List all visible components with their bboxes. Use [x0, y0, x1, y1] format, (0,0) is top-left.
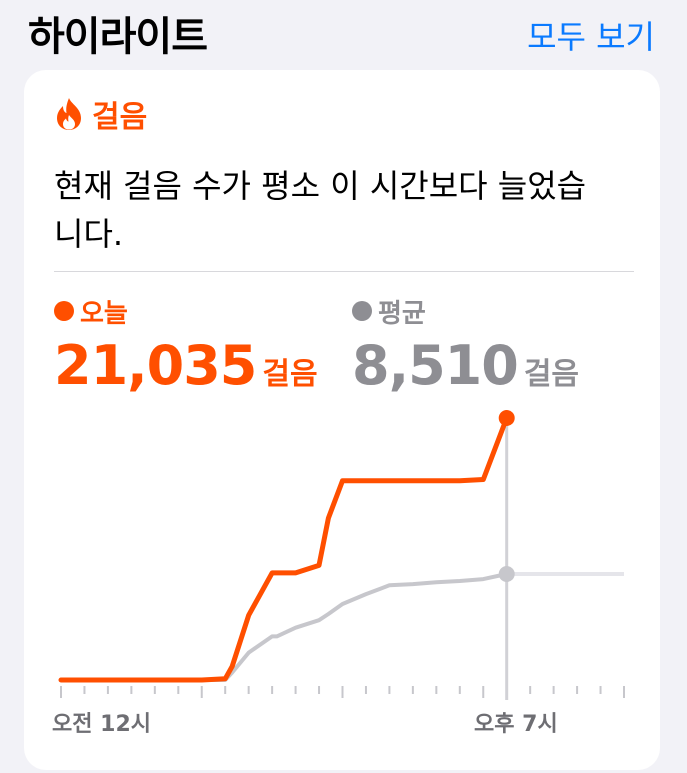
- average-current-point: [498, 566, 515, 583]
- x-tick-label-current: 오후 7시: [474, 712, 558, 737]
- see-all-link[interactable]: 모두 보기: [527, 12, 655, 58]
- today-legend: 오늘: [54, 294, 318, 329]
- today-value: 21,035: [54, 334, 257, 397]
- divider: [54, 271, 634, 272]
- highlights-header: 하이라이트 모두 보기: [0, 0, 687, 68]
- today-stat: 오늘 21,035 걸음: [54, 294, 318, 397]
- average-dot-icon: [352, 301, 372, 321]
- average-legend: 평균: [352, 294, 579, 329]
- category-label: 걸음: [92, 100, 148, 135]
- average-legend-label: 평균: [378, 298, 426, 329]
- today-series-line: [58, 415, 510, 683]
- steps-highlight-card[interactable]: 걸음 현재 걸음 수가 평소 이 시간보다 늘었습니다. 오늘 21,035 걸…: [24, 70, 660, 770]
- today-legend-label: 오늘: [80, 298, 128, 329]
- x-tick-label-start: 오전 12시: [52, 712, 151, 737]
- page-title: 하이라이트: [28, 14, 208, 60]
- flame-icon: [54, 97, 84, 131]
- average-stat: 평균 8,510 걸음: [352, 294, 579, 397]
- category-row: 걸음: [54, 94, 148, 135]
- today-unit: 걸음: [262, 357, 318, 392]
- average-series-line: [59, 572, 509, 682]
- average-value: 8,510: [352, 334, 519, 397]
- today-current-point: [498, 410, 515, 426]
- highlight-message: 현재 걸음 수가 평소 이 시간보다 늘었습니다.: [54, 167, 587, 253]
- average-unit: 걸음: [523, 357, 580, 392]
- today-dot-icon: [54, 301, 74, 321]
